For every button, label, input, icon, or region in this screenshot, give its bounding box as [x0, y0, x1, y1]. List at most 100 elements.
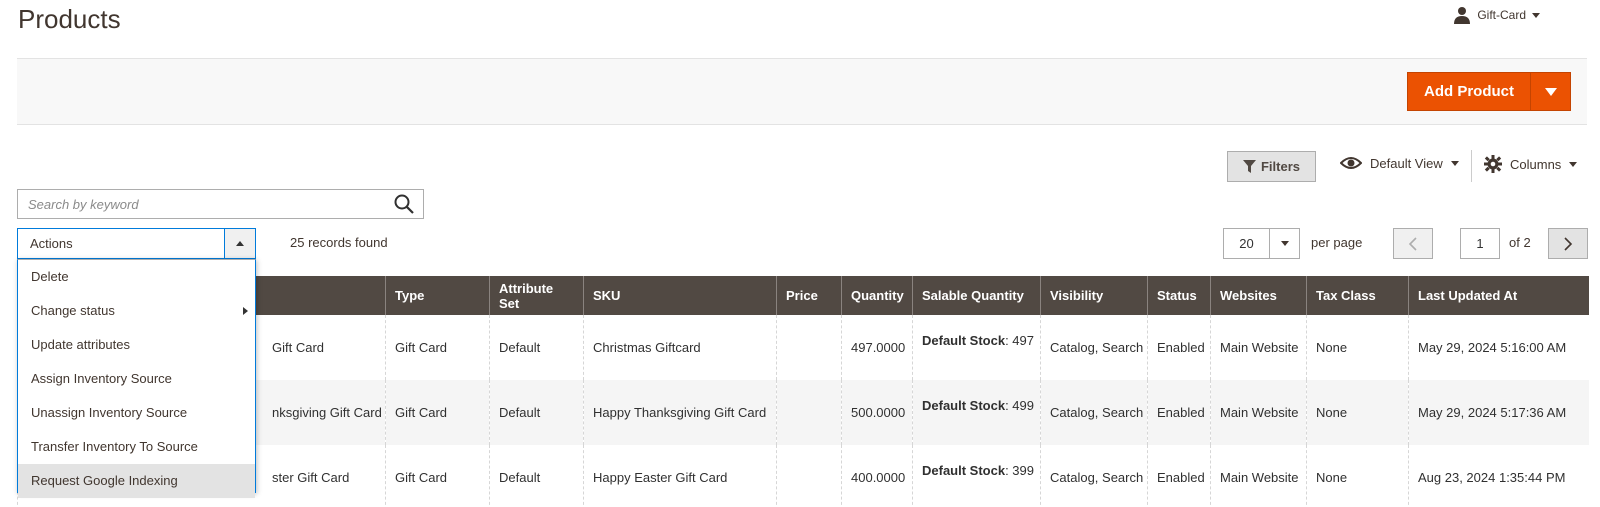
view-label: Default View	[1370, 155, 1443, 171]
page-number-input[interactable]	[1460, 228, 1500, 259]
next-page-button[interactable]	[1548, 228, 1588, 259]
search-icon	[394, 194, 414, 214]
eye-icon	[1340, 157, 1362, 169]
cell-attribute-set: Default	[489, 445, 584, 507]
salable-source: Default Stock	[922, 463, 1006, 478]
cell-quantity: 500.0000	[841, 380, 913, 445]
actions-select-toggle[interactable]	[224, 229, 255, 258]
column-header[interactable]: Visibility	[1040, 276, 1148, 315]
cell-status: Enabled	[1147, 315, 1211, 380]
cell-visibility: Catalog, Search	[1040, 445, 1148, 507]
user-account-menu[interactable]: Gift-Card	[1453, 6, 1540, 24]
mass-actions-select[interactable]: Actions	[17, 228, 256, 259]
cell-sku: Happy Easter Gift Card	[583, 445, 777, 507]
cell-websites: Main Website	[1210, 380, 1307, 445]
cell-tax-class: None	[1306, 315, 1409, 380]
total-pages: of 2	[1509, 235, 1531, 250]
view-switcher[interactable]: Default View	[1340, 155, 1459, 171]
per-page-select[interactable]: 20	[1223, 228, 1300, 259]
chevron-down-icon	[1532, 12, 1540, 18]
column-header[interactable]: Quantity	[841, 276, 913, 315]
chevron-right-icon	[1564, 236, 1573, 251]
cell-type: Gift Card	[385, 315, 490, 380]
column-header[interactable]: Tax Class	[1306, 276, 1409, 315]
cell-updated: May 29, 2024 5:17:36 AM	[1408, 380, 1589, 445]
salable-source: Default Stock	[922, 333, 1006, 348]
cell-price	[776, 380, 842, 445]
chevron-down-icon	[1569, 161, 1578, 167]
search-input[interactable]	[18, 190, 385, 218]
column-header[interactable]: SKU	[583, 276, 777, 315]
cell-salable-quantity: Default Stock: 497	[912, 315, 1041, 380]
per-page-label: per page	[1311, 235, 1363, 250]
actions-dropdown-menu: Delete Change status Update attributes A…	[17, 259, 256, 498]
cell-tax-class: None	[1306, 380, 1409, 445]
action-update-attributes[interactable]: Update attributes	[18, 328, 255, 362]
cell-updated: Aug 23, 2024 1:35:44 PM	[1408, 445, 1589, 507]
caret-down-icon	[1280, 241, 1289, 246]
filters-label: Filters	[1260, 159, 1300, 174]
cell-visibility: Catalog, Search	[1040, 380, 1148, 445]
per-page-value: 20	[1239, 236, 1254, 251]
gear-icon	[1484, 155, 1502, 173]
columns-label: Columns	[1510, 156, 1562, 172]
salable-qty: : 497	[1005, 333, 1034, 348]
keyword-search	[17, 189, 424, 219]
cell-visibility: Catalog, Search	[1040, 315, 1148, 380]
filter-icon	[1242, 160, 1256, 173]
cell-sku: Christmas Giftcard	[583, 315, 777, 380]
columns-button[interactable]: Columns	[1484, 155, 1578, 173]
salable-source: Default Stock	[922, 398, 1006, 413]
chevron-left-icon	[1408, 236, 1417, 251]
action-change-status-label: Change status	[31, 303, 115, 318]
cell-status: Enabled	[1147, 380, 1211, 445]
cell-type: Gift Card	[385, 380, 490, 445]
action-unassign-inventory-source[interactable]: Unassign Inventory Source	[18, 396, 255, 430]
actions-select-value: Actions	[30, 236, 73, 251]
cell-salable-quantity: Default Stock: 499	[912, 380, 1041, 445]
toolbar-divider	[1471, 150, 1472, 182]
column-header[interactable]: Salable Quantity	[912, 276, 1041, 315]
action-request-google-indexing[interactable]: Request Google Indexing	[18, 464, 255, 498]
add-product-button[interactable]: Add Product	[1408, 73, 1530, 110]
cell-updated: May 29, 2024 5:16:00 AM	[1408, 315, 1589, 380]
filters-button[interactable]: Filters	[1227, 151, 1316, 182]
cell-websites: Main Website	[1210, 445, 1307, 507]
per-page-toggle[interactable]	[1269, 229, 1299, 258]
caret-up-icon	[236, 241, 244, 246]
column-header[interactable]: Last Updated At	[1408, 276, 1589, 315]
column-header[interactable]: Attribute Set	[489, 276, 584, 315]
previous-page-button[interactable]	[1393, 228, 1433, 259]
add-product-type-toggle[interactable]	[1530, 73, 1570, 110]
user-name: Gift-Card	[1477, 8, 1526, 22]
cell-tax-class: None	[1306, 445, 1409, 507]
column-header[interactable]: Price	[776, 276, 842, 315]
action-delete[interactable]: Delete	[18, 260, 255, 294]
page-title: Products	[18, 4, 121, 34]
cell-type: Gift Card	[385, 445, 490, 507]
add-product-split-button: Add Product	[1407, 72, 1571, 111]
action-assign-inventory-source[interactable]: Assign Inventory Source	[18, 362, 255, 396]
chevron-right-icon	[243, 307, 248, 315]
salable-qty: : 399	[1005, 463, 1034, 478]
cell-websites: Main Website	[1210, 315, 1307, 380]
cell-sku: Happy Thanksgiving Gift Card	[583, 380, 777, 445]
cell-status: Enabled	[1147, 445, 1211, 507]
salable-qty: : 499	[1005, 398, 1034, 413]
caret-down-icon	[1544, 87, 1557, 96]
cell-price	[776, 315, 842, 380]
cell-quantity: 497.0000	[841, 315, 913, 380]
cell-price	[776, 445, 842, 507]
column-header[interactable]: Status	[1147, 276, 1211, 315]
records-found: 25 records found	[290, 235, 388, 250]
column-header[interactable]: Type	[385, 276, 490, 315]
chevron-down-icon	[1450, 160, 1459, 166]
action-change-status[interactable]: Change status	[18, 294, 255, 328]
cell-attribute-set: Default	[489, 380, 584, 445]
action-transfer-inventory[interactable]: Transfer Inventory To Source	[18, 430, 255, 464]
cell-quantity: 400.0000	[841, 445, 913, 507]
cell-salable-quantity: Default Stock: 399	[912, 445, 1041, 507]
column-header[interactable]: Websites	[1210, 276, 1307, 315]
user-icon	[1454, 7, 1471, 24]
search-button[interactable]	[385, 190, 423, 218]
